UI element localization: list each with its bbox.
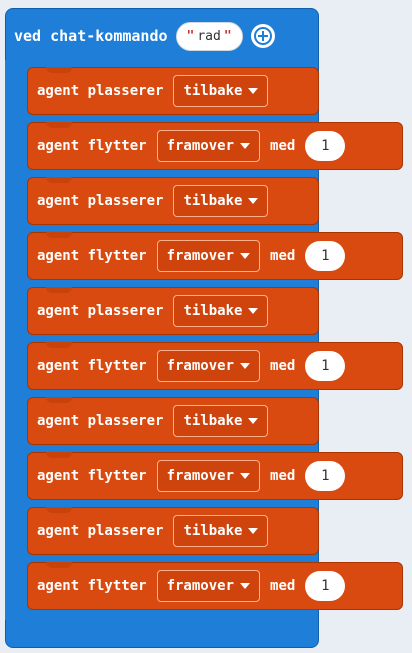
move-direction-dropdown[interactable]: framover <box>156 130 261 162</box>
command-string-input[interactable]: " rad " <box>175 21 243 51</box>
caret-down-icon <box>248 418 259 424</box>
dropdown-value: tilbake <box>183 413 243 429</box>
block-label: agent plasserer <box>37 523 164 539</box>
distance-input[interactable]: 1 <box>305 351 346 381</box>
caret-down-icon <box>240 143 251 149</box>
direction-dropdown[interactable]: tilbake <box>173 405 269 437</box>
caret-down-icon <box>240 363 251 369</box>
caret-down-icon <box>248 308 259 314</box>
move-direction-dropdown[interactable]: framover <box>156 240 261 272</box>
open-quote: " <box>186 28 195 44</box>
distance-input[interactable]: 1 <box>305 571 346 601</box>
med-label: med <box>270 578 296 594</box>
med-label: med <box>270 358 296 374</box>
block-label: agent plasserer <box>37 303 164 319</box>
command-value: rad <box>197 28 221 44</box>
block-label: agent flytter <box>37 248 147 264</box>
direction-dropdown[interactable]: tilbake <box>173 75 269 107</box>
caret-down-icon <box>248 528 259 534</box>
dropdown-value: framover <box>166 468 235 484</box>
dropdown-value: framover <box>166 358 235 374</box>
direction-dropdown[interactable]: tilbake <box>173 185 269 217</box>
agent-place-block[interactable]: agent plasserer tilbake <box>27 67 319 115</box>
dropdown-value: tilbake <box>183 83 243 99</box>
agent-move-block[interactable]: agent flytter framover med 1 <box>27 342 403 390</box>
caret-down-icon <box>240 583 251 589</box>
dropdown-value: tilbake <box>183 303 243 319</box>
agent-place-block[interactable]: agent plasserer tilbake <box>27 177 319 225</box>
direction-dropdown[interactable]: tilbake <box>173 515 269 547</box>
dropdown-value: framover <box>166 248 235 264</box>
dropdown-value: tilbake <box>183 523 243 539</box>
block-label: agent plasserer <box>37 193 164 209</box>
block-label: agent plasserer <box>37 83 164 99</box>
agent-move-block[interactable]: agent flytter framover med 1 <box>27 232 403 280</box>
agent-place-block[interactable]: agent plasserer tilbake <box>27 397 319 445</box>
direction-dropdown[interactable]: tilbake <box>173 295 269 327</box>
plus-circle-icon[interactable] <box>250 24 275 48</box>
distance-input[interactable]: 1 <box>305 131 346 161</box>
block-label: agent flytter <box>37 358 147 374</box>
distance-input[interactable]: 1 <box>305 241 346 271</box>
dropdown-value: framover <box>166 578 235 594</box>
agent-move-block[interactable]: agent flytter framover med 1 <box>27 452 403 500</box>
block-label: agent flytter <box>37 468 147 484</box>
med-label: med <box>270 248 296 264</box>
move-direction-dropdown[interactable]: framover <box>156 460 261 492</box>
block-label: agent flytter <box>37 138 147 154</box>
agent-place-block[interactable]: agent plasserer tilbake <box>27 507 319 555</box>
caret-down-icon <box>248 88 259 94</box>
med-label: med <box>270 138 296 154</box>
block-label: agent flytter <box>37 578 147 594</box>
agent-move-block[interactable]: agent flytter framover med 1 <box>27 122 403 170</box>
caret-down-icon <box>240 473 251 479</box>
event-header: ved chat-kommando " rad " <box>14 18 275 54</box>
dropdown-value: framover <box>166 138 235 154</box>
distance-input[interactable]: 1 <box>305 461 346 491</box>
block-label: agent plasserer <box>37 413 164 429</box>
med-label: med <box>270 468 296 484</box>
dropdown-value: tilbake <box>183 193 243 209</box>
event-label: ved chat-kommando <box>14 27 168 45</box>
caret-down-icon <box>248 198 259 204</box>
move-direction-dropdown[interactable]: framover <box>156 350 261 382</box>
move-direction-dropdown[interactable]: framover <box>156 570 261 602</box>
close-quote: " <box>223 28 232 44</box>
agent-place-block[interactable]: agent plasserer tilbake <box>27 287 319 335</box>
agent-move-block[interactable]: agent flytter framover med 1 <box>27 562 403 610</box>
caret-down-icon <box>240 253 251 259</box>
